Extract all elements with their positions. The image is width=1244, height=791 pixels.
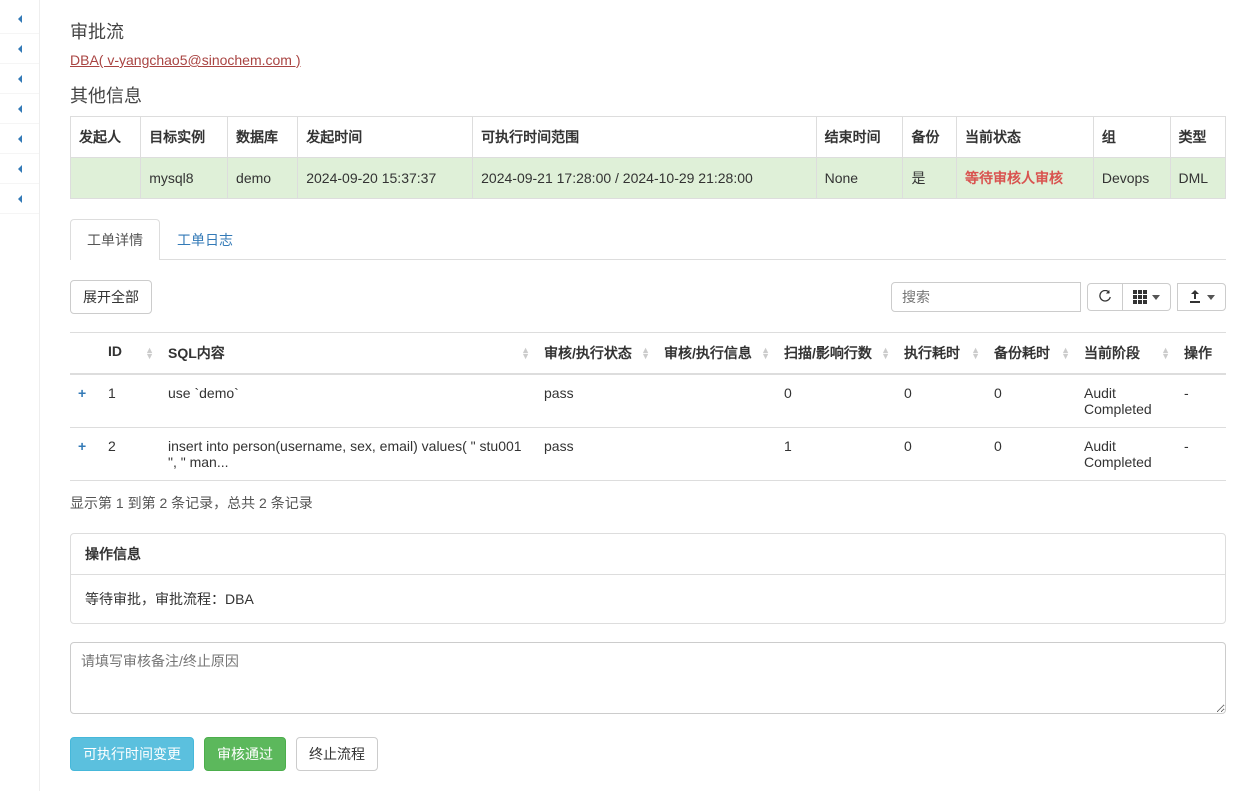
sidebar (0, 0, 40, 791)
th-database: 数据库 (228, 117, 298, 158)
td-exec-time-range: 2024-09-21 17:28:00 / 2024-10-29 21:28:0… (473, 158, 816, 199)
td-end-time: None (816, 158, 903, 199)
approve-button[interactable]: 审核通过 (204, 737, 286, 771)
th-initiator: 发起人 (71, 117, 141, 158)
action-buttons: 可执行时间变更 审核通过 终止流程 (70, 737, 1226, 771)
th-expand (70, 333, 100, 375)
refresh-icon (1098, 290, 1112, 304)
th-current-status: 当前状态 (957, 117, 1094, 158)
cell-review-info (656, 374, 776, 428)
th-type: 类型 (1170, 117, 1225, 158)
cell-sql: use `demo` (160, 374, 536, 428)
chevron-down-icon (1152, 295, 1160, 300)
td-initiate-time: 2024-09-20 15:37:37 (298, 158, 473, 199)
tabs: 工单详情 工单日志 (70, 219, 1226, 260)
approval-flow-heading: 审批流 (70, 18, 1226, 44)
th-backup-time[interactable]: 备份耗时▲▼ (986, 333, 1076, 375)
table-row: + 1 use `demo` pass 0 0 0 Audit Complete… (70, 374, 1226, 428)
cell-affected-rows: 1 (776, 428, 896, 481)
th-review-status[interactable]: 审核/执行状态▲▼ (536, 333, 656, 375)
cell-sql: insert into person(username, sex, email)… (160, 428, 536, 481)
other-info-heading: 其他信息 (70, 82, 1226, 108)
th-target-instance: 目标实例 (141, 117, 228, 158)
operation-info-title: 操作信息 (71, 534, 1225, 575)
td-target-instance: mysql8 (141, 158, 228, 199)
tab-detail[interactable]: 工单详情 (70, 219, 160, 260)
refresh-button[interactable] (1087, 283, 1123, 311)
sidebar-collapse-5[interactable] (0, 124, 39, 154)
records-info: 显示第 1 到第 2 条记录，总共 2 条记录 (70, 493, 1226, 513)
change-exec-time-button[interactable]: 可执行时间变更 (70, 737, 194, 771)
th-initiate-time: 发起时间 (298, 117, 473, 158)
terminate-button[interactable]: 终止流程 (296, 737, 378, 771)
td-initiator (71, 158, 141, 199)
sql-table: ID▲▼ SQL内容▲▼ 审核/执行状态▲▼ 审核/执行信息▲▼ 扫描/影响行数… (70, 332, 1226, 481)
search-input[interactable] (891, 282, 1081, 312)
columns-button[interactable] (1123, 283, 1171, 311)
cell-affected-rows: 0 (776, 374, 896, 428)
sidebar-collapse-6[interactable] (0, 154, 39, 184)
th-stage[interactable]: 当前阶段▲▼ (1076, 333, 1176, 375)
th-action: 操作 (1176, 333, 1226, 375)
info-row: mysql8 demo 2024-09-20 15:37:37 2024-09-… (71, 158, 1226, 199)
export-button[interactable] (1177, 283, 1226, 311)
th-backup: 备份 (903, 117, 957, 158)
chevron-down-icon (1207, 295, 1215, 300)
td-backup: 是 (903, 158, 957, 199)
td-type: DML (1170, 158, 1225, 199)
expand-row-icon[interactable]: + (70, 428, 100, 481)
th-group: 组 (1093, 117, 1170, 158)
main-content: 审批流 DBA( v-yangchao5@sinochem.com ) 其他信息… (40, 0, 1240, 791)
th-affected-rows[interactable]: 扫描/影响行数▲▼ (776, 333, 896, 375)
th-end-time: 结束时间 (816, 117, 903, 158)
cell-backup-time: 0 (986, 374, 1076, 428)
table-row: + 2 insert into person(username, sex, em… (70, 428, 1226, 481)
td-group: Devops (1093, 158, 1170, 199)
operation-info-body: 等待审批，审批流程：DBA (71, 575, 1225, 623)
cell-exec-time: 0 (896, 374, 986, 428)
cell-exec-time: 0 (896, 428, 986, 481)
sidebar-collapse-3[interactable] (0, 64, 39, 94)
th-exec-time-range: 可执行时间范围 (473, 117, 816, 158)
th-sql[interactable]: SQL内容▲▼ (160, 333, 536, 375)
td-current-status: 等待审核人审核 (957, 158, 1094, 199)
cell-stage: Audit Completed (1076, 374, 1176, 428)
expand-all-button[interactable]: 展开全部 (70, 280, 152, 314)
tab-log[interactable]: 工单日志 (160, 219, 250, 260)
export-icon (1188, 290, 1202, 304)
cell-review-status: pass (536, 428, 656, 481)
cell-id: 1 (100, 374, 160, 428)
th-id[interactable]: ID▲▼ (100, 333, 160, 375)
cell-stage: Audit Completed (1076, 428, 1176, 481)
cell-review-status: pass (536, 374, 656, 428)
th-review-info[interactable]: 审核/执行信息▲▼ (656, 333, 776, 375)
info-table: 发起人 目标实例 数据库 发起时间 可执行时间范围 结束时间 备份 当前状态 组… (70, 116, 1226, 199)
expand-row-icon[interactable]: + (70, 374, 100, 428)
dba-link[interactable]: DBA( v-yangchao5@sinochem.com ) (70, 52, 301, 68)
cell-review-info (656, 428, 776, 481)
sidebar-collapse-4[interactable] (0, 94, 39, 124)
remark-textarea[interactable] (70, 642, 1226, 714)
cell-action: - (1176, 374, 1226, 428)
td-database: demo (228, 158, 298, 199)
sidebar-collapse-7[interactable] (0, 184, 39, 214)
toolbar: 展开全部 (70, 280, 1226, 314)
sidebar-collapse-2[interactable] (0, 34, 39, 64)
operation-info-panel: 操作信息 等待审批，审批流程：DBA (70, 533, 1226, 624)
cell-backup-time: 0 (986, 428, 1076, 481)
cell-action: - (1176, 428, 1226, 481)
grid-icon (1133, 290, 1147, 304)
th-exec-time[interactable]: 执行耗时▲▼ (896, 333, 986, 375)
cell-id: 2 (100, 428, 160, 481)
sidebar-collapse-1[interactable] (0, 4, 39, 34)
